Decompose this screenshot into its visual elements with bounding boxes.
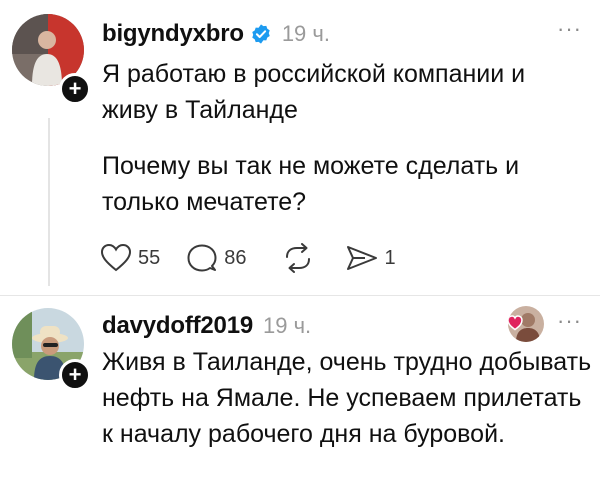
like-button[interactable]: 55	[100, 243, 160, 273]
follow-plus-button[interactable]: +	[59, 73, 91, 105]
verified-badge-icon	[252, 24, 270, 44]
reply-post: + davydoff2019 19 ч. ··· Живя в Таиланде…	[0, 296, 600, 497]
post-actions: 55 86 1	[100, 240, 422, 276]
post-header: bigyndyxbro 19 ч.	[102, 14, 330, 54]
comment-icon	[187, 244, 217, 272]
share-button[interactable]: 1	[345, 243, 396, 273]
thread-line	[48, 118, 50, 286]
repost-icon	[285, 243, 310, 273]
avatar-photo	[508, 306, 544, 342]
thread-post: + bigyndyxbro 19 ч. ··· Я работаю в росс…	[0, 0, 600, 296]
like-count: 55	[138, 246, 161, 269]
post-header: davydoff2019 19 ч.	[102, 308, 311, 344]
post-text: Почему вы так не можете сделать и только…	[102, 152, 520, 216]
repost-button[interactable]	[281, 243, 315, 273]
post-time: 19 ч.	[281, 21, 330, 46]
more-options-icon[interactable]: ···	[557, 308, 582, 334]
send-icon	[346, 246, 377, 270]
post-text: Я работаю в российской компании и живу в…	[102, 60, 526, 124]
share-count: 1	[384, 246, 396, 269]
post-text: Живя в Таиланде, очень трудно добывать н…	[102, 348, 592, 448]
liked-by-author-avatar[interactable]	[508, 306, 544, 342]
more-options-icon[interactable]: ···	[557, 16, 582, 42]
username[interactable]: davydoff2019	[102, 312, 253, 340]
comment-count: 86	[224, 246, 247, 269]
username[interactable]: bigyndyxbro	[102, 20, 244, 48]
follow-plus-button[interactable]: +	[59, 359, 91, 391]
post-time: 19 ч.	[263, 313, 312, 338]
heart-icon	[100, 243, 132, 272]
comment-button[interactable]: 86	[186, 243, 247, 273]
